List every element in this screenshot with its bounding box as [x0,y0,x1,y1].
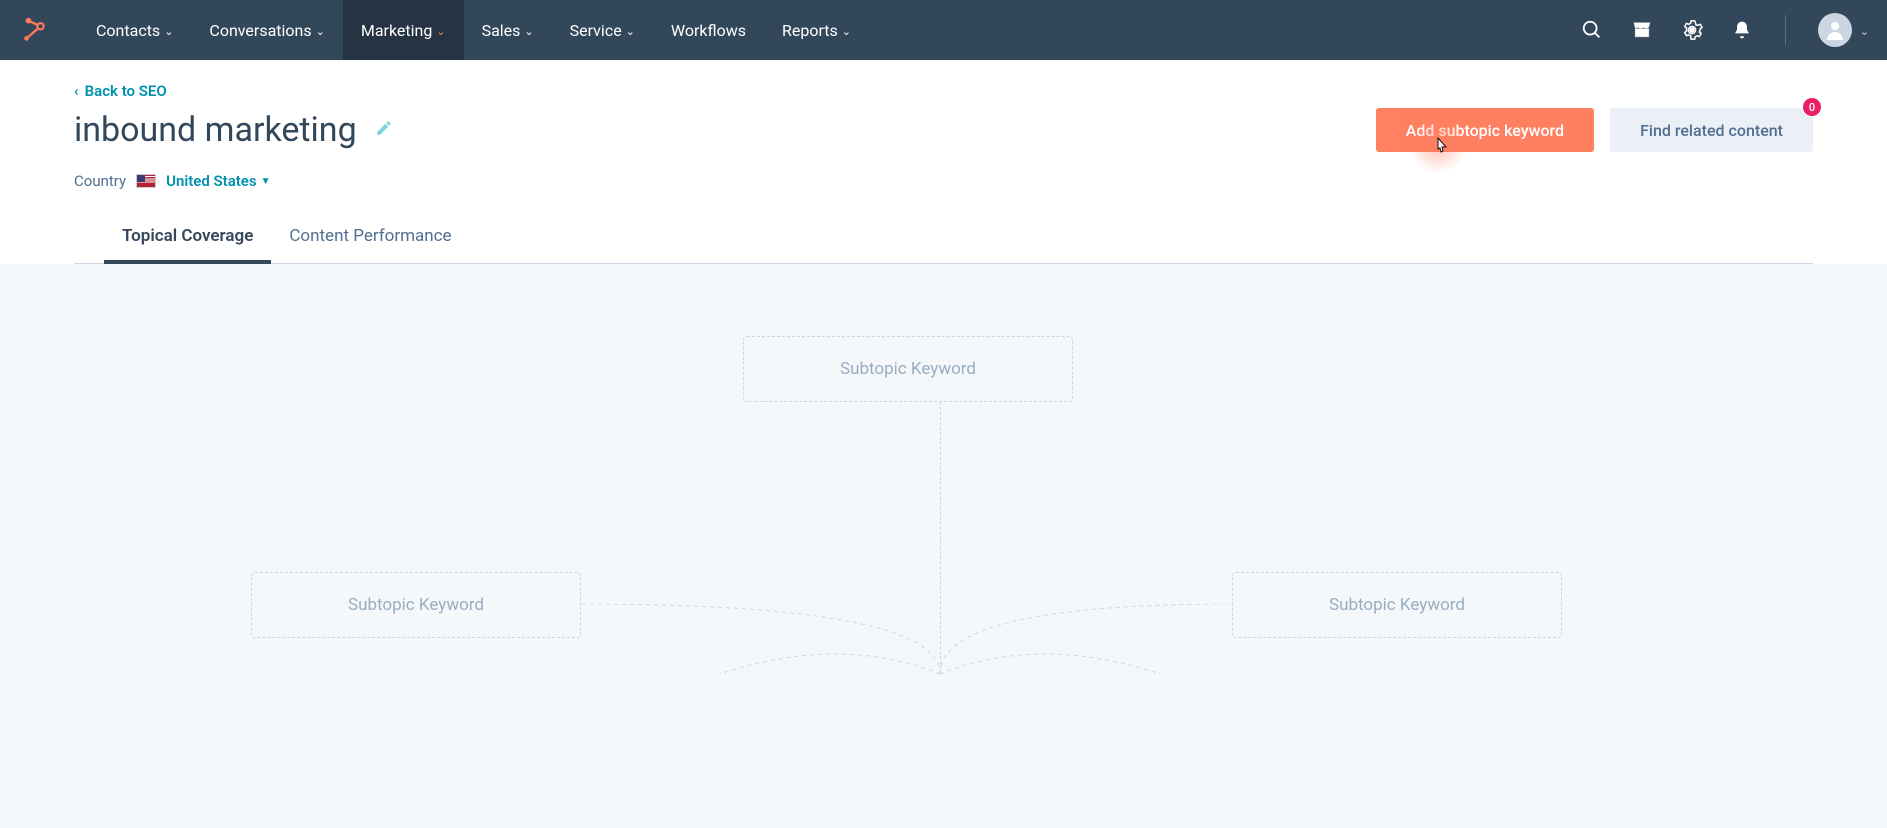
country-label: Country [74,172,126,190]
country-selector-row: Country United States ▼ [74,172,1813,190]
chevron-down-icon: ⌄ [316,25,325,38]
nav-label: Contacts [96,21,160,40]
account-menu[interactable]: ⌄ [1818,13,1869,47]
nav-label: Conversations [209,21,311,40]
edit-icon[interactable] [375,119,393,141]
nav-divider [1785,15,1786,45]
nav-label: Sales [482,21,521,40]
find-related-button[interactable]: Find related content 0 [1610,108,1813,152]
back-label: Back to SEO [85,82,167,100]
country-value: United States [166,172,256,190]
chevron-down-icon: ⌄ [626,25,635,38]
chevron-down-icon: ⌄ [436,25,445,38]
chevron-down-icon: ⌄ [1860,25,1869,38]
subtopic-placeholder[interactable]: Subtopic Keyword [743,336,1073,402]
add-subtopic-button[interactable]: Add subtopic keyword [1376,108,1594,152]
nav-item-sales[interactable]: Sales⌄ [464,0,552,60]
back-link[interactable]: ‹ Back to SEO [74,82,1813,100]
chevron-down-icon: ⌄ [524,25,533,38]
search-icon[interactable] [1581,19,1603,41]
page-title: inbound marketing [74,110,357,150]
page-header: ‹ Back to SEO inbound marketing Add subt… [0,60,1887,264]
chevron-left-icon: ‹ [74,82,79,100]
title-row: inbound marketing Add subtopic keyword F… [74,108,1813,152]
nav-item-reports[interactable]: Reports ⌄ [764,0,869,60]
button-label: Add subtopic keyword [1406,121,1564,140]
nav-item-service[interactable]: Service ⌄ [552,0,653,60]
country-dropdown[interactable]: United States ▼ [166,172,270,190]
action-buttons: Add subtopic keyword Find related conten… [1376,108,1813,152]
tab-content-performance[interactable]: Content Performance [271,216,469,263]
nav-item-contacts[interactable]: Contacts ⌄ [78,0,191,60]
subtopic-placeholder[interactable]: Subtopic Keyword [251,572,581,638]
tab-topical-coverage[interactable]: Topical Coverage [104,216,271,264]
nav-right: ⌄ [1581,13,1869,47]
avatar-icon [1818,13,1852,47]
tabs: Topical Coverage Content Performance [74,216,1813,264]
gear-icon[interactable] [1681,19,1703,41]
nav-item-marketing[interactable]: Marketing ⌄ [343,0,464,60]
connector-line [720,634,1160,684]
hubspot-logo-icon[interactable] [20,16,48,44]
chevron-down-icon: ⌄ [842,25,851,38]
nav-item-conversations[interactable]: Conversations ⌄ [191,0,342,60]
marketplace-icon[interactable] [1631,19,1653,41]
nav-label: Reports [782,21,838,40]
button-label: Find related content [1640,121,1783,140]
chevron-down-icon: ⌄ [164,25,173,38]
us-flag-icon [136,174,156,188]
caret-down-icon: ▼ [261,176,271,187]
nav-menu: Contacts ⌄ Conversations ⌄ Marketing ⌄ Sale… [78,0,869,60]
count-badge: 0 [1803,98,1821,116]
nav-item-workflows[interactable]: Workflows [653,0,764,60]
topic-cluster-canvas: Subtopic Keyword Subtopic Keyword Subtop… [0,264,1887,828]
nav-label: Workflows [671,21,746,40]
top-navbar: Contacts ⌄ Conversations ⌄ Marketing ⌄ Sale… [0,0,1887,60]
bell-icon[interactable] [1731,19,1753,41]
nav-label: Marketing [361,21,432,40]
nav-label: Service [570,21,622,40]
